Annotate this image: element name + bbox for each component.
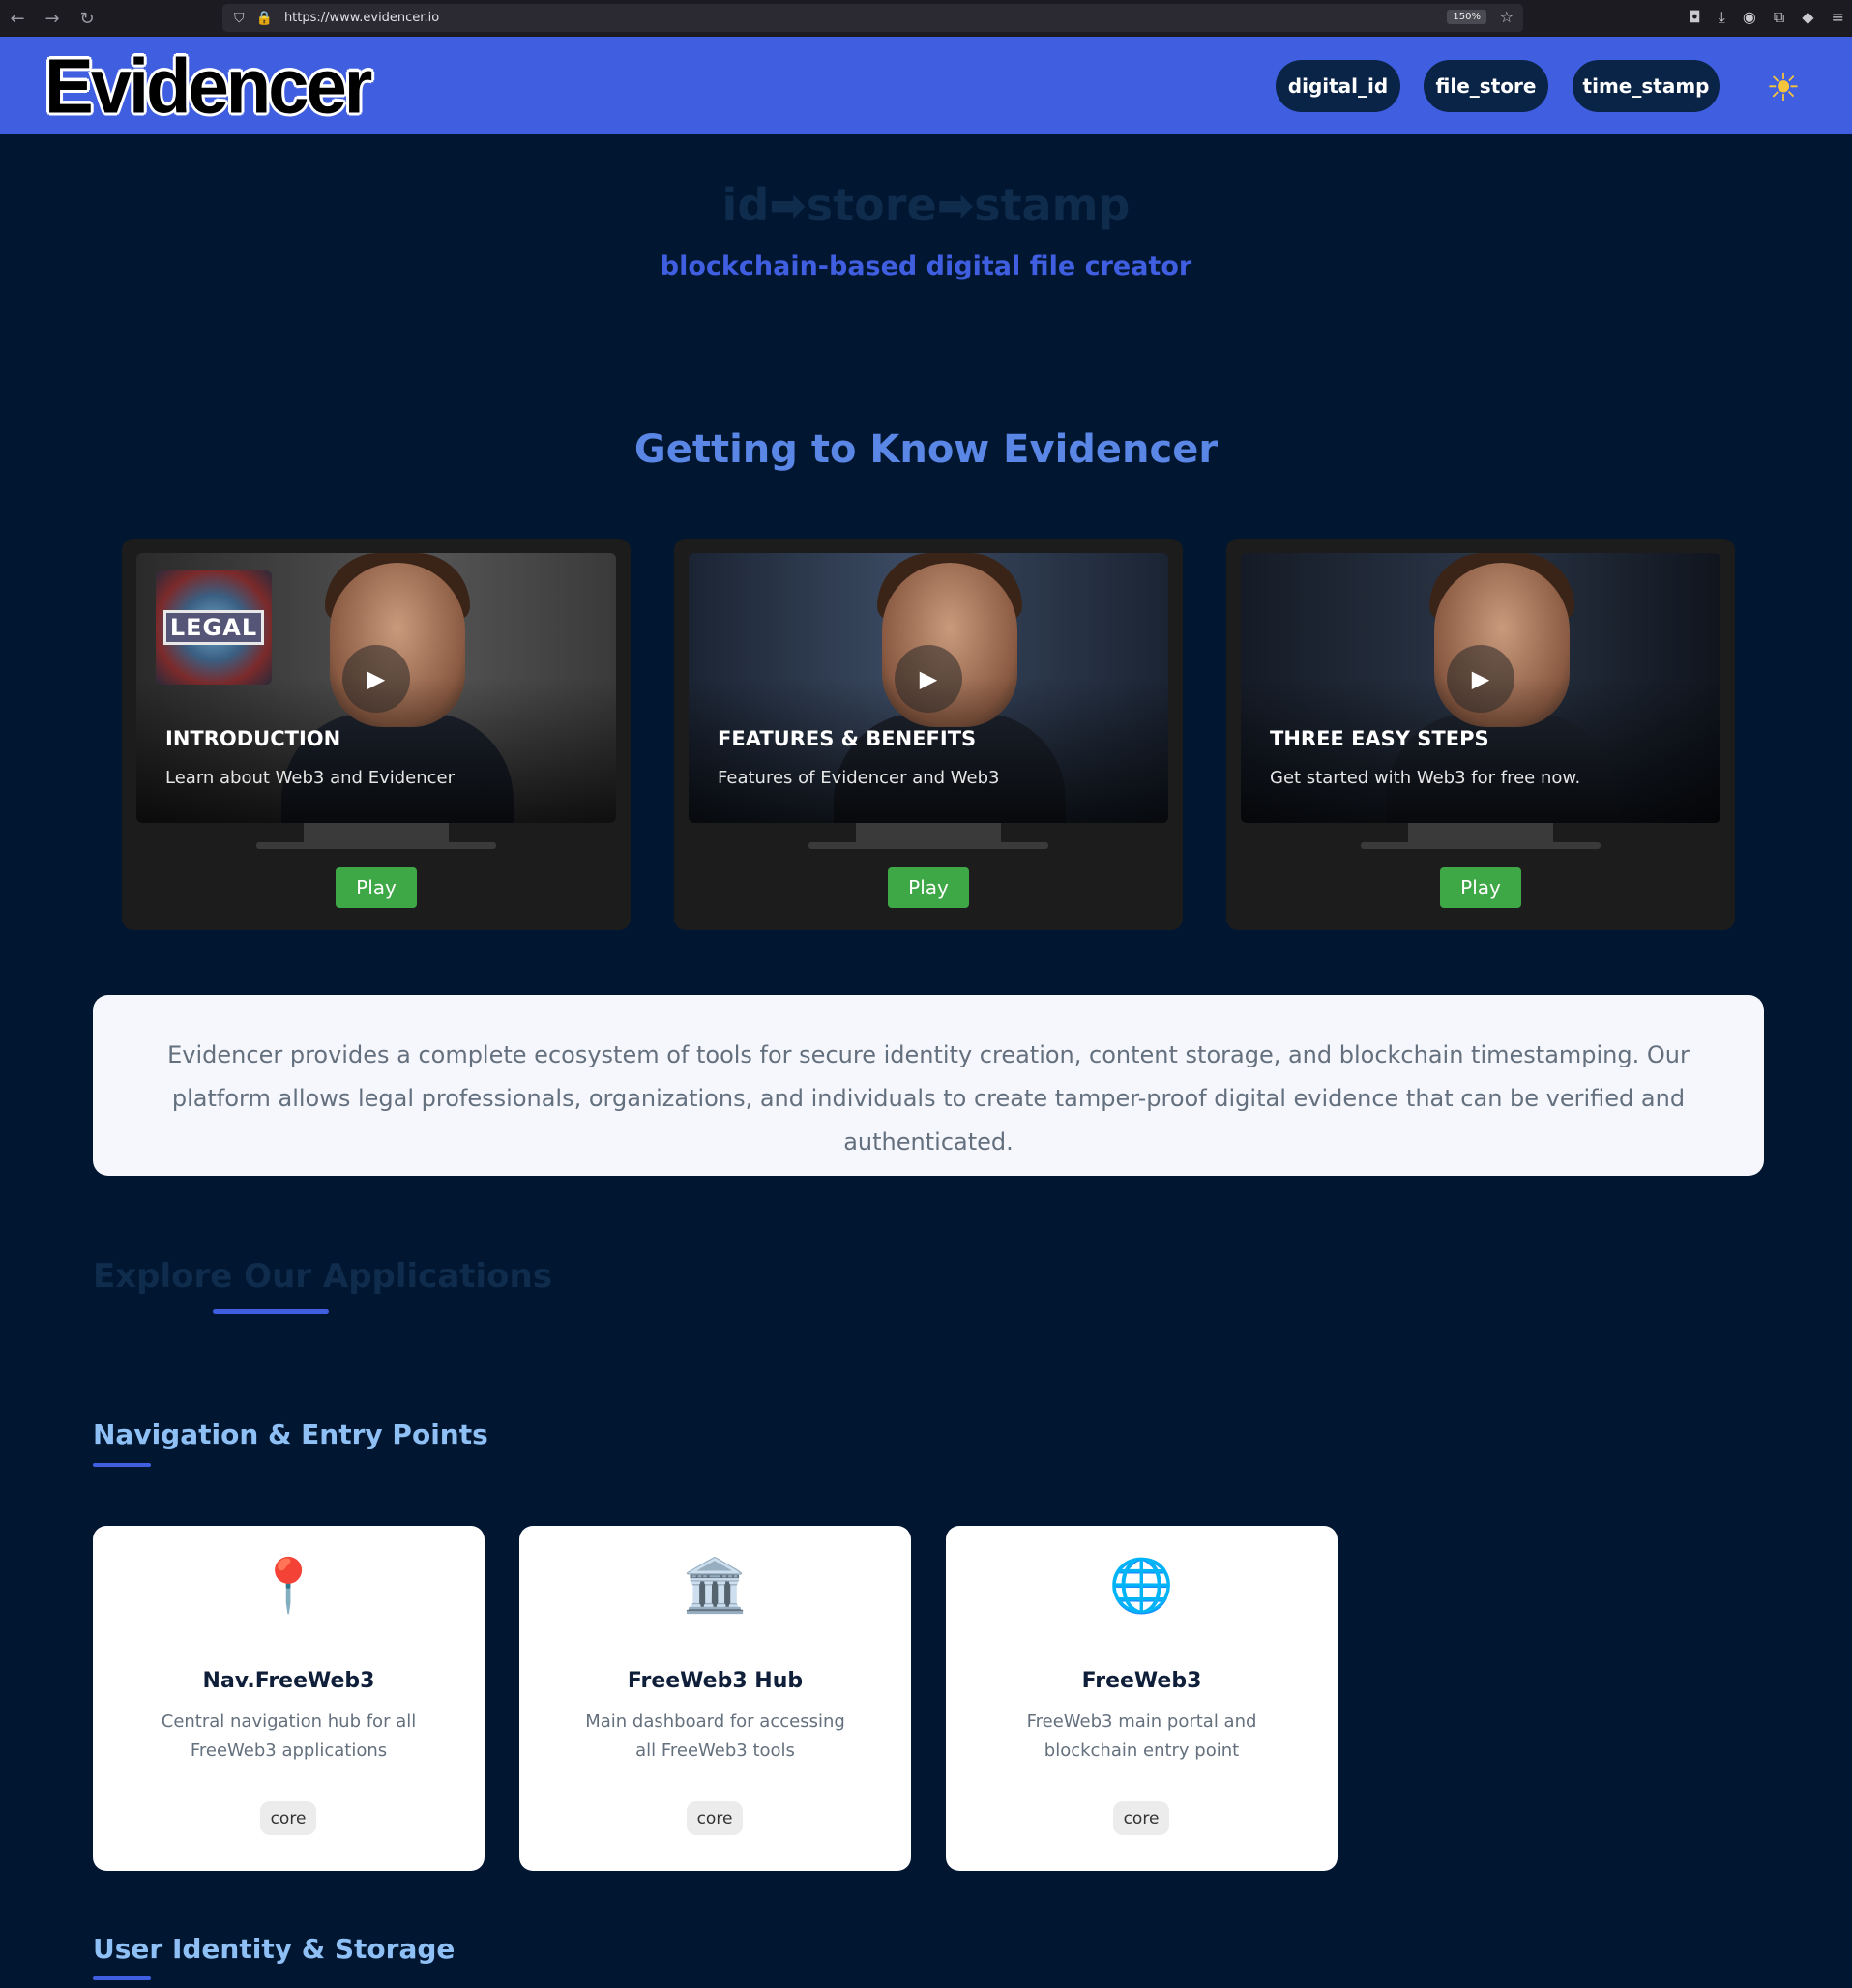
- address-bar[interactable]: ⛉ 🔒 https://www.evidencer.io 150% ☆: [222, 4, 1523, 32]
- video-label: INTRODUCTION: [165, 727, 341, 750]
- video-label: THREE EASY STEPS: [1270, 727, 1489, 750]
- play-overlay-icon[interactable]: ▶: [1447, 645, 1514, 713]
- description-panel: Evidencer provides a complete ecosystem …: [93, 995, 1764, 1176]
- fox-extension-icon[interactable]: ◆: [1802, 8, 1813, 27]
- explore-underline: [213, 1309, 329, 1314]
- monitor-stand: [304, 823, 449, 844]
- browser-toolbar: ← → ↻ ⛉ 🔒 https://www.evidencer.io 150% …: [0, 0, 1852, 37]
- explore-title: Explore Our Applications: [93, 1257, 552, 1296]
- monitor-base: [808, 842, 1048, 849]
- zoom-badge[interactable]: 150%: [1447, 10, 1486, 24]
- app-name: Nav.FreeWeb3: [202, 1669, 375, 1693]
- site-header: Evidencer digital_id file_store time_sta…: [0, 37, 1852, 134]
- globe-icon: 🌐: [1108, 1555, 1175, 1616]
- app-tag: core: [687, 1801, 743, 1835]
- app-card-freeweb3-hub[interactable]: 🏛️ FreeWeb3 Hub Main dashboard for acces…: [519, 1526, 911, 1871]
- logo[interactable]: Evidencer: [44, 43, 372, 131]
- forward-icon[interactable]: →: [35, 9, 70, 29]
- reload-icon[interactable]: ↻: [70, 9, 104, 29]
- monitor-base: [256, 842, 496, 849]
- play-button-features[interactable]: Play: [888, 867, 969, 908]
- play-overlay-icon[interactable]: ▶: [895, 645, 962, 713]
- shield-icon: ⛉: [234, 10, 245, 26]
- bank-icon: 🏛️: [682, 1555, 749, 1616]
- pin-icon: 📍: [255, 1555, 322, 1616]
- nav-digital-id[interactable]: digital_id: [1276, 60, 1400, 112]
- description-text: Evidencer provides a complete ecosystem …: [167, 1041, 1690, 1155]
- app-card-freeweb3[interactable]: 🌐 FreeWeb3 FreeWeb3 main portal and bloc…: [946, 1526, 1338, 1871]
- app-name: FreeWeb3: [1081, 1669, 1202, 1693]
- app-card-nav-freeweb3[interactable]: 📍 Nav.FreeWeb3 Central navigation hub fo…: [93, 1526, 485, 1871]
- hero-title: id➡store➡stamp: [721, 179, 1131, 231]
- menu-icon[interactable]: ≡: [1832, 8, 1844, 27]
- video-thumbnail[interactable]: ▶ THREE EASY STEPS Get started with Web3…: [1241, 553, 1720, 823]
- monitor-stand: [856, 823, 1001, 844]
- monitor-stand: [1408, 823, 1553, 844]
- play-button-steps[interactable]: Play: [1440, 867, 1521, 908]
- intro-section-title: Getting to Know Evidencer: [633, 427, 1219, 472]
- group-underline: [93, 1463, 151, 1467]
- app-tag: core: [260, 1801, 316, 1835]
- account-icon[interactable]: ◉: [1743, 8, 1756, 27]
- theme-toggle-sun-icon[interactable]: ☀: [1766, 66, 1801, 110]
- group-title-navigation: Navigation & Entry Points: [93, 1418, 488, 1450]
- extensions-icon[interactable]: ⧉: [1774, 8, 1784, 27]
- legal-badge-icon: LEGAL: [156, 570, 272, 685]
- app-description: FreeWeb3 main portal and blockchain entr…: [1026, 1711, 1257, 1761]
- download-icon[interactable]: ⤓: [1719, 8, 1725, 27]
- video-thumbnail[interactable]: ▶ FEATURES & BENEFITS Features of Eviden…: [689, 553, 1168, 823]
- video-description: Features of Evidencer and Web3: [718, 768, 1000, 788]
- app-tag: core: [1113, 1801, 1169, 1835]
- url-text: https://www.evidencer.io: [283, 11, 440, 25]
- nav-time-stamp[interactable]: time_stamp: [1573, 60, 1720, 112]
- group-title-identity: User Identity & Storage: [93, 1933, 456, 1965]
- lock-icon: 🔒: [255, 10, 273, 26]
- app-name: FreeWeb3 Hub: [627, 1669, 804, 1693]
- video-card-steps: ▶ THREE EASY STEPS Get started with Web3…: [1226, 539, 1735, 930]
- monitor-base: [1361, 842, 1601, 849]
- video-description: Learn about Web3 and Evidencer: [165, 768, 455, 788]
- video-description: Get started with Web3 for free now.: [1270, 768, 1581, 788]
- bookmark-star-icon[interactable]: ☆: [1500, 8, 1514, 26]
- play-overlay-icon[interactable]: ▶: [342, 645, 410, 713]
- video-card-features: ▶ FEATURES & BENEFITS Features of Eviden…: [674, 539, 1183, 930]
- legal-badge-text: LEGAL: [162, 610, 265, 645]
- hero-subtitle: blockchain-based digital file creator: [660, 251, 1192, 281]
- video-thumbnail[interactable]: LEGAL ▶ INTRODUCTION Learn about Web3 an…: [136, 553, 616, 823]
- video-card-introduction: LEGAL ▶ INTRODUCTION Learn about Web3 an…: [122, 539, 631, 930]
- video-label: FEATURES & BENEFITS: [718, 727, 977, 750]
- nav-file-store[interactable]: file_store: [1424, 60, 1548, 112]
- group-underline: [93, 1976, 151, 1980]
- pocket-icon[interactable]: ◘: [1689, 8, 1701, 27]
- app-description: Main dashboard for accessing all FreeWeb…: [585, 1711, 845, 1761]
- back-icon[interactable]: ←: [0, 9, 35, 29]
- app-description: Central navigation hub for all FreeWeb3 …: [161, 1711, 417, 1761]
- play-button-introduction[interactable]: Play: [336, 867, 417, 908]
